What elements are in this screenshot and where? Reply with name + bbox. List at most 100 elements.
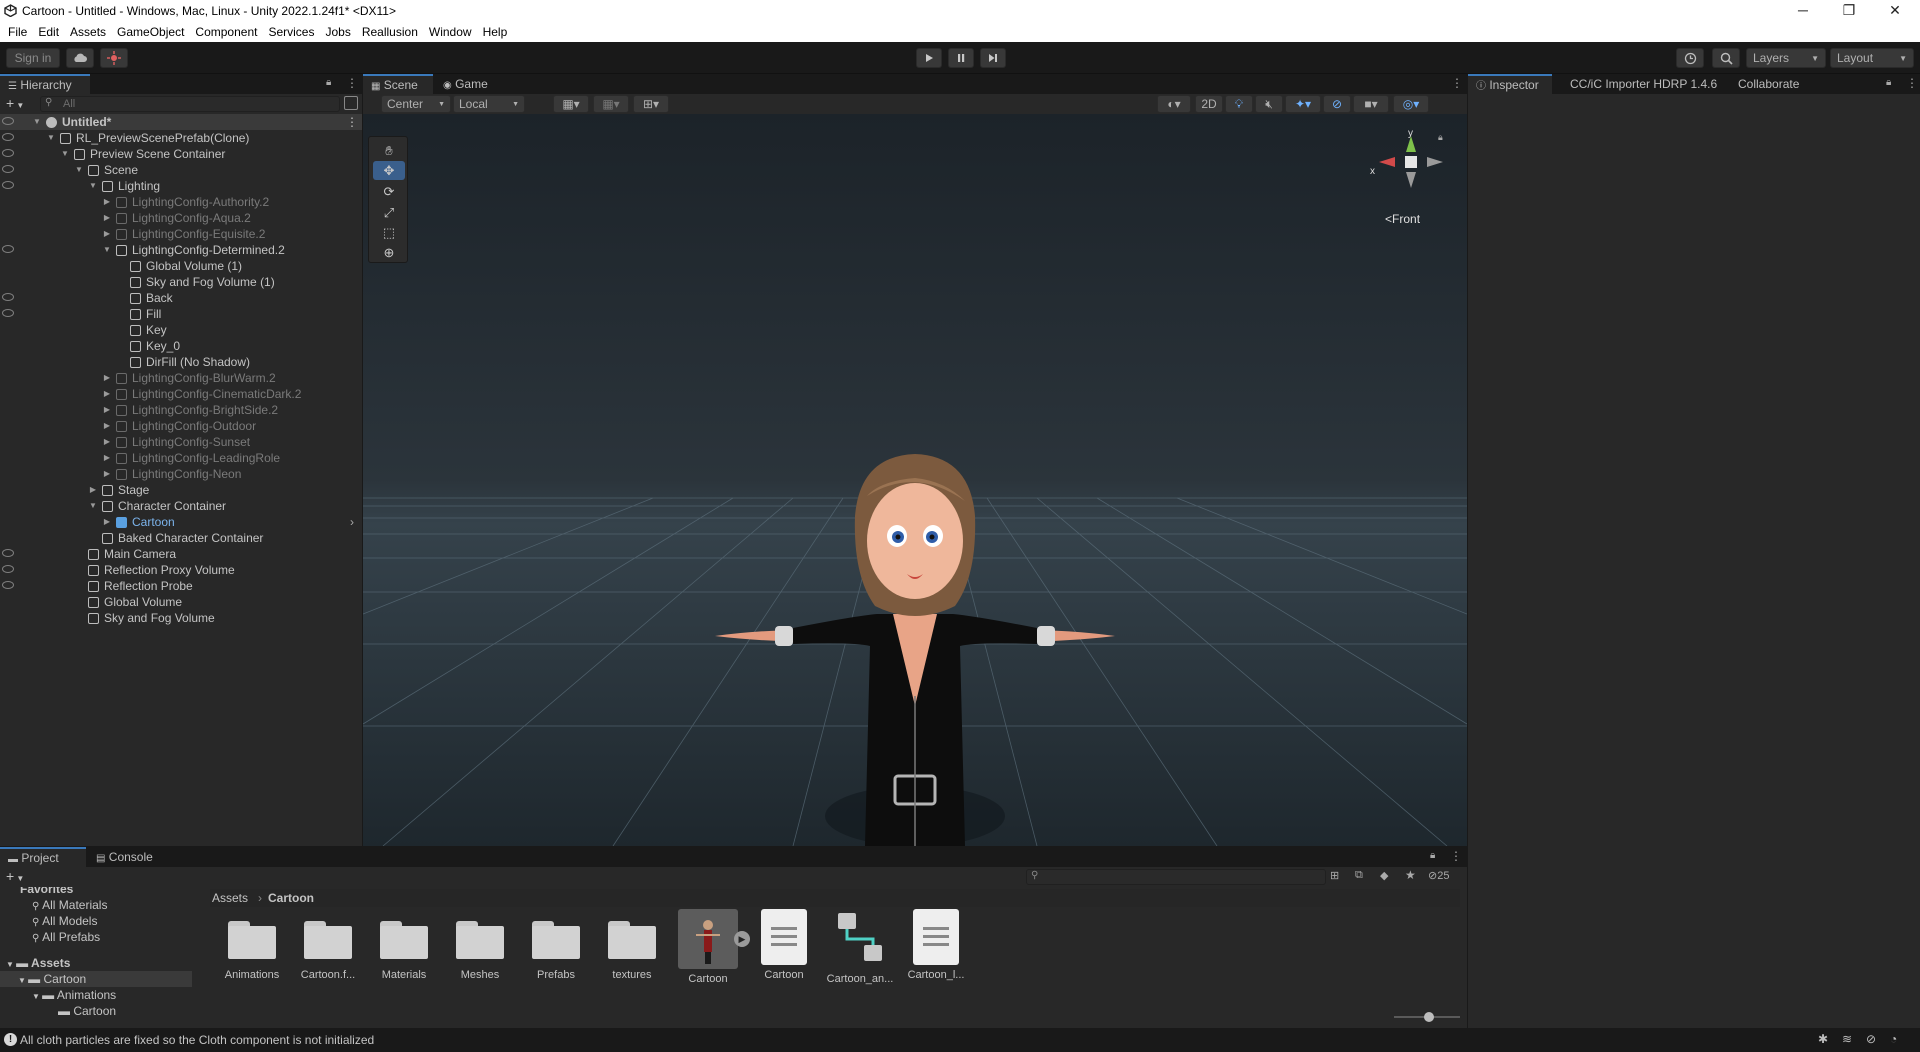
visibility-eye-icon[interactable] [2, 133, 14, 141]
hierarchy-row[interactable]: Back [0, 290, 362, 306]
more-options-icon[interactable]: ⋮ [1906, 76, 1918, 90]
visibility-eye-icon[interactable] [2, 245, 14, 253]
favorite-all-models[interactable]: ⚲ All Models [32, 913, 97, 929]
scene-visibility-icon[interactable] [344, 96, 358, 110]
expand-down-icon[interactable]: ▼ [60, 146, 70, 162]
grid-snap-icon[interactable]: ▦▾ [553, 95, 589, 113]
visibility-eye-icon[interactable] [2, 181, 14, 189]
expand-right-icon[interactable]: ▶ [102, 370, 112, 386]
expand-right-icon[interactable]: ▶ [102, 514, 112, 530]
more-options-icon[interactable]: ⋮ [1451, 76, 1463, 90]
menu-jobs[interactable]: Jobs [317, 25, 358, 39]
layout-dropdown[interactable]: Layout ▼ [1830, 48, 1914, 68]
zoom-slider-thumb[interactable] [1424, 1012, 1434, 1022]
expand-right-icon[interactable]: ▶ [102, 194, 112, 210]
menu-reallusion[interactable]: Reallusion [354, 25, 426, 39]
create-button[interactable]: + ▼ [6, 869, 24, 886]
menu-services[interactable]: Services [260, 25, 322, 39]
menu-window[interactable]: Window [421, 25, 480, 39]
star-icon[interactable]: ★ [1405, 868, 1416, 882]
maximize-button[interactable]: ❐ [1826, 0, 1872, 22]
tab-game[interactable]: ◉ Game [435, 74, 505, 94]
visibility-eye-icon[interactable] [2, 293, 14, 301]
gizmos-toggle-icon[interactable]: ◎▾ [1393, 95, 1429, 113]
expand-right-icon[interactable]: ▶ [102, 418, 112, 434]
auto-generate-lighting-icon[interactable]: ⊘ [1866, 1032, 1876, 1046]
expand-right-icon[interactable]: ▶ [88, 482, 98, 498]
filter-label-icon[interactable]: ⧉ [1355, 869, 1363, 882]
tab-collaborate[interactable]: Collaborate [1730, 74, 1807, 94]
filter-type-icon[interactable]: ⊞ [1330, 869, 1339, 882]
folder-animations[interactable]: ▼ ▬ Animations [32, 987, 116, 1003]
assets-folder[interactable]: ▼ ▬ Assets [6, 955, 70, 971]
rotate-tool-icon[interactable]: ⟳ [373, 182, 405, 201]
more-options-icon[interactable]: ⋮ [346, 76, 358, 90]
hierarchy-row[interactable]: Key [0, 322, 362, 338]
visibility-eye-icon[interactable] [2, 309, 14, 317]
hierarchy-row[interactable]: Reflection Proxy Volume [0, 562, 362, 578]
visibility-eye-icon[interactable] [2, 581, 14, 589]
tab-inspector[interactable]: ⓘ Inspector [1468, 74, 1552, 94]
lighting-toggle-icon[interactable]: 💡︎ [1225, 95, 1253, 113]
hierarchy-row[interactable]: ▼ Scene [0, 162, 362, 178]
hierarchy-row[interactable]: ▶ LightingConfig-LeadingRole [0, 450, 362, 466]
character-model[interactable] [615, 346, 1215, 846]
expand-down-icon[interactable]: ▼ [32, 114, 42, 130]
more-options-icon[interactable]: ⋮ [1450, 849, 1462, 863]
more-options-icon[interactable]: ⋮ [346, 114, 358, 130]
create-button[interactable]: + ▼ [6, 96, 36, 112]
transform-tool-icon[interactable]: ⊕ [373, 243, 405, 262]
hierarchy-row[interactable]: ▶ LightingConfig-Neon [0, 466, 362, 482]
hierarchy-row[interactable]: Sky and Fog Volume [0, 610, 362, 626]
visibility-eye-icon[interactable] [2, 165, 14, 173]
history-icon[interactable] [1676, 48, 1704, 68]
hierarchy-row[interactable]: ▶ LightingConfig-Outdoor [0, 418, 362, 434]
asset-item[interactable]: Animations [216, 909, 288, 981]
breadcrumb-assets[interactable]: Assets [212, 891, 248, 905]
hierarchy-row[interactable]: Main Camera [0, 546, 362, 562]
lock-icon[interactable]: 🔒︎ [1438, 132, 1443, 143]
hierarchy-row[interactable]: ▶ LightingConfig-BrightSide.2 [0, 402, 362, 418]
hierarchy-search-input[interactable]: ⚲ All [40, 96, 340, 112]
hierarchy-row[interactable]: ▼ LightingConfig-Determined.2 [0, 242, 362, 258]
pivot-mode-dropdown[interactable]: Center ▼ [381, 95, 451, 113]
tab-console[interactable]: ▤ Console [88, 847, 166, 867]
asset-item[interactable]: Cartoon [748, 909, 820, 981]
step-button[interactable] [980, 48, 1006, 68]
increment-snap-icon[interactable]: ⊞▾ [633, 95, 669, 113]
move-tool-icon[interactable]: ✥ [373, 161, 405, 180]
tab-project[interactable]: ▬ Project [0, 847, 86, 867]
expand-down-icon[interactable]: ▼ [88, 178, 98, 194]
hierarchy-row[interactable]: ▶ LightingConfig-BlurWarm.2 [0, 370, 362, 386]
expand-down-icon[interactable]: ▼ [88, 498, 98, 514]
hierarchy-row[interactable]: ▶ Stage [0, 482, 362, 498]
sign-in-button[interactable]: Sign in [6, 48, 60, 68]
2d-toggle[interactable]: 2D [1195, 95, 1223, 113]
expand-right-icon[interactable]: ▶ [102, 466, 112, 482]
audio-toggle-icon[interactable]: 🔇︎ [1255, 95, 1283, 113]
hierarchy-row[interactable]: Baked Character Container [0, 530, 362, 546]
hierarchy-row[interactable]: ▼ Preview Scene Container [0, 146, 362, 162]
draw-mode-icon[interactable]: ◐▾ [1157, 95, 1191, 113]
pause-button[interactable] [948, 48, 974, 68]
favorite-all-prefabs[interactable]: ⚲ All Prefabs [32, 929, 100, 945]
collab-icon[interactable] [100, 48, 128, 68]
visibility-eye-icon[interactable] [2, 117, 14, 125]
asset-item[interactable]: Cartoon_l... [900, 909, 972, 981]
cloud-icon[interactable] [66, 48, 94, 68]
search-icon[interactable] [1712, 48, 1740, 68]
grid-visibility-icon[interactable]: ▦▾ [593, 95, 629, 113]
folder-cartoon-sub[interactable]: ▬ Cartoon [58, 1003, 116, 1019]
lock-icon[interactable]: 🔒︎ [1430, 850, 1435, 861]
hierarchy-row[interactable]: ▶ LightingConfig-Equisite.2 [0, 226, 362, 242]
asset-item[interactable]: Meshes [444, 909, 516, 981]
hierarchy-row[interactable]: Global Volume [0, 594, 362, 610]
menu-help[interactable]: Help [475, 25, 516, 39]
lock-icon[interactable]: 🔒︎ [1886, 77, 1891, 88]
bug-icon[interactable]: ✱ [1818, 1032, 1828, 1046]
hierarchy-row[interactable]: Global Volume (1) [0, 258, 362, 274]
zoom-slider[interactable] [1394, 1012, 1460, 1022]
expand-right-icon[interactable]: ▶ [102, 210, 112, 226]
hierarchy-row[interactable]: Key_0 [0, 338, 362, 354]
layers-dropdown[interactable]: Layers ▼ [1746, 48, 1826, 68]
